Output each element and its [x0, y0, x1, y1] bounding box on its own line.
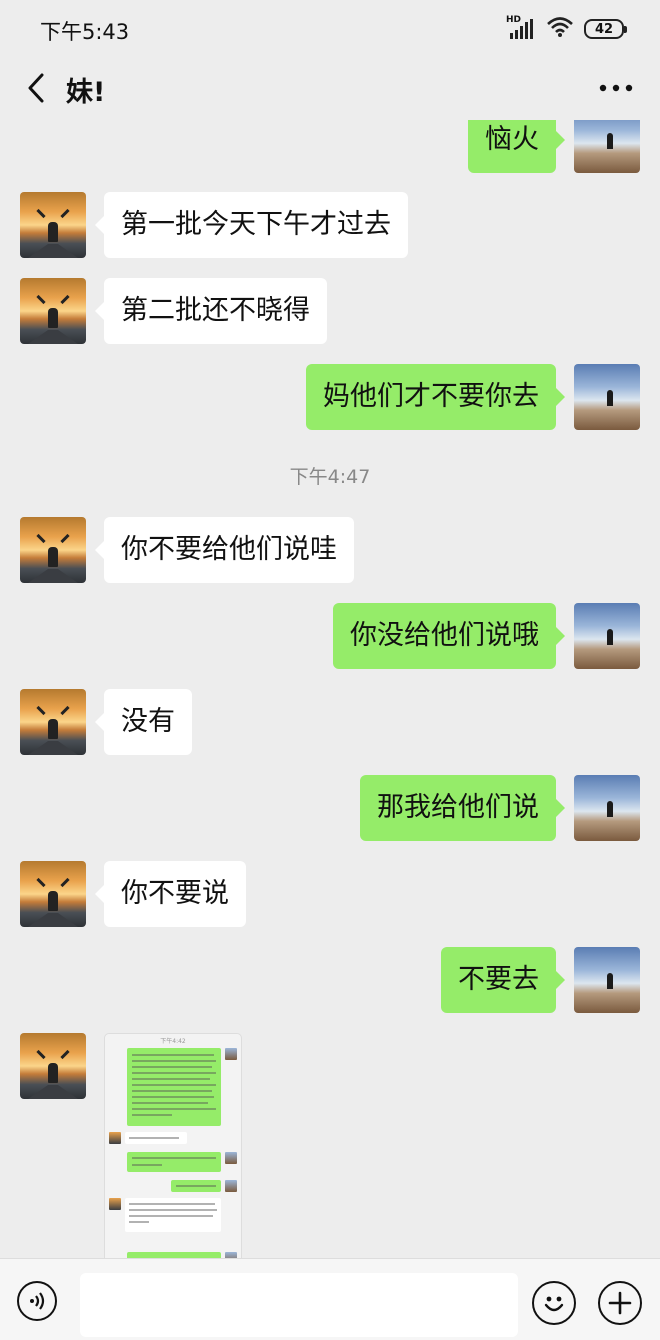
wifi-icon [546, 16, 574, 42]
message-timestamp: 下午4:47 [289, 466, 371, 488]
plus-icon [608, 1291, 632, 1315]
contact-avatar[interactable] [20, 517, 86, 583]
back-button[interactable] [18, 68, 54, 108]
self-avatar[interactable] [574, 603, 640, 669]
message-input[interactable] [80, 1273, 518, 1337]
voice-icon [30, 1292, 45, 1310]
chat-header: 妹! [0, 56, 660, 120]
status-time: 下午5:43 [40, 20, 130, 44]
message-bubble-contact[interactable]: 没有 [95, 689, 192, 755]
image-message-screenshot-thumbnail[interactable]: 下午4:42 [104, 1033, 242, 1258]
message-bubble-contact[interactable]: 你不要说 [95, 861, 246, 927]
contact-avatar[interactable] [20, 689, 86, 755]
self-avatar[interactable] [574, 775, 640, 841]
voice-button[interactable] [17, 1281, 57, 1321]
status-bar: 下午5:43 HD 42 [0, 0, 660, 56]
thumbnail-time: 下午4:42 [160, 1038, 186, 1045]
battery-icon: 42 [584, 19, 627, 39]
self-avatar[interactable] [574, 120, 640, 173]
chat-title: 妹! [66, 77, 106, 108]
back-arrow-icon [28, 73, 44, 103]
message-bubble-self[interactable]: 不要去 [441, 947, 565, 1013]
self-avatar[interactable] [574, 364, 640, 430]
signal-icon: HD [506, 15, 536, 40]
thumbnail-green-bubble [127, 1152, 221, 1172]
chat-area[interactable]: 恼火 第一批今天下午才过去 第二批还不晓得 妈他们才不要你去 下午4:47 你不… [0, 120, 660, 1258]
contact-avatar[interactable] [20, 192, 86, 258]
emoji-icon [544, 1296, 564, 1312]
contact-avatar[interactable] [20, 278, 86, 344]
message-bubble-contact[interactable]: 第二批还不晓得 [95, 278, 327, 344]
message-bubble-contact[interactable]: 你不要给他们说哇 [95, 517, 354, 583]
message-bubble-self[interactable]: 那我给他们说 [360, 775, 565, 841]
contact-avatar[interactable] [20, 1033, 86, 1099]
status-icons: HD 42 [506, 15, 627, 42]
self-avatar[interactable] [574, 947, 640, 1013]
message-bubble-self[interactable]: 恼火 [468, 120, 565, 173]
more-button[interactable] [594, 70, 638, 106]
contact-avatar[interactable] [20, 861, 86, 927]
message-bubble-self[interactable]: 妈他们才不要你去 [306, 364, 565, 430]
more-dots-icon [599, 84, 633, 92]
input-bar [0, 1258, 660, 1340]
emoji-button[interactable] [532, 1281, 576, 1325]
message-bubble-contact[interactable]: 第一批今天下午才过去 [95, 192, 408, 258]
more-functions-button[interactable] [598, 1281, 642, 1325]
message-bubble-self[interactable]: 你没给他们说哦 [333, 603, 565, 669]
